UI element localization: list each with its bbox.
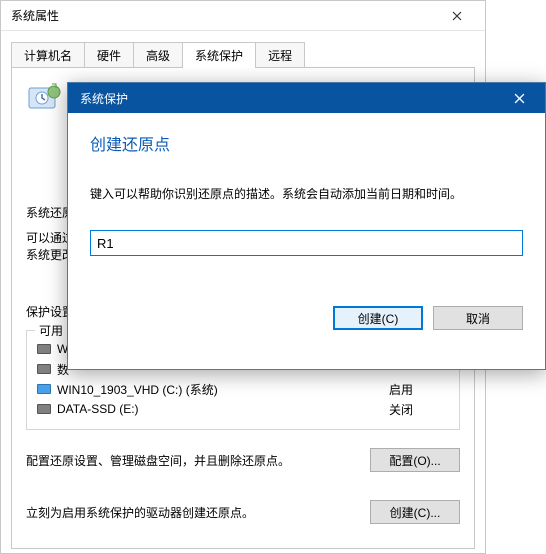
sysprop-title: 系统属性 <box>11 7 59 24</box>
create-restore-point-dialog: 系统保护 创建还原点 键入可以帮助你识别还原点的描述。系统会自动添加当前日期和时… <box>67 82 546 370</box>
drive-icon <box>37 364 51 374</box>
configure-button[interactable]: 配置(O)... <box>370 448 460 472</box>
cancel-button[interactable]: 取消 <box>433 306 523 330</box>
create-button[interactable]: 创建(C)... <box>370 500 460 524</box>
drive-status: 启用 <box>389 381 449 398</box>
configure-text: 配置还原设置、管理磁盘空间，并且删除还原点。 <box>26 452 358 469</box>
create-text: 立刻为启用系统保护的驱动器创建还原点。 <box>26 504 358 521</box>
close-icon[interactable] <box>437 2 477 30</box>
tab-advanced[interactable]: 高级 <box>134 42 183 68</box>
tab-remote[interactable]: 远程 <box>256 42 305 68</box>
drive-icon <box>37 344 51 354</box>
dialog-description: 键入可以帮助你识别还原点的描述。系统会自动添加当前日期和时间。 <box>90 185 523 202</box>
tab-system-protection[interactable]: 系统保护 <box>183 42 256 68</box>
tab-hardware[interactable]: 硬件 <box>85 42 134 68</box>
drive-name: DATA-SSD (E:) <box>57 402 389 416</box>
dialog-heading: 创建还原点 <box>90 131 523 155</box>
dialog-body: 创建还原点 键入可以帮助你识别还原点的描述。系统会自动添加当前日期和时间。 创建… <box>68 113 545 346</box>
table-row[interactable]: WIN10_1903_VHD (C:) (系统) 启用 <box>37 379 449 399</box>
available-drives-legend: 可用 <box>35 322 67 339</box>
close-icon[interactable] <box>497 83 541 113</box>
restore-point-name-input[interactable] <box>90 230 523 256</box>
sysprop-titlebar: 系统属性 <box>1 1 485 31</box>
drive-icon <box>37 404 51 414</box>
drive-status: 关闭 <box>389 401 449 418</box>
dialog-titlebar: 系统保护 <box>68 83 545 113</box>
create-button[interactable]: 创建(C) <box>333 306 423 330</box>
tab-computer-name[interactable]: 计算机名 <box>11 42 85 68</box>
drive-name: WIN10_1903_VHD (C:) (系统) <box>57 381 389 398</box>
system-protect-icon <box>26 82 64 114</box>
drive-icon <box>37 384 51 394</box>
tab-strip: 计算机名 硬件 高级 系统保护 远程 <box>1 31 485 67</box>
table-row[interactable]: DATA-SSD (E:) 关闭 <box>37 399 449 419</box>
dialog-title: 系统保护 <box>80 90 128 107</box>
